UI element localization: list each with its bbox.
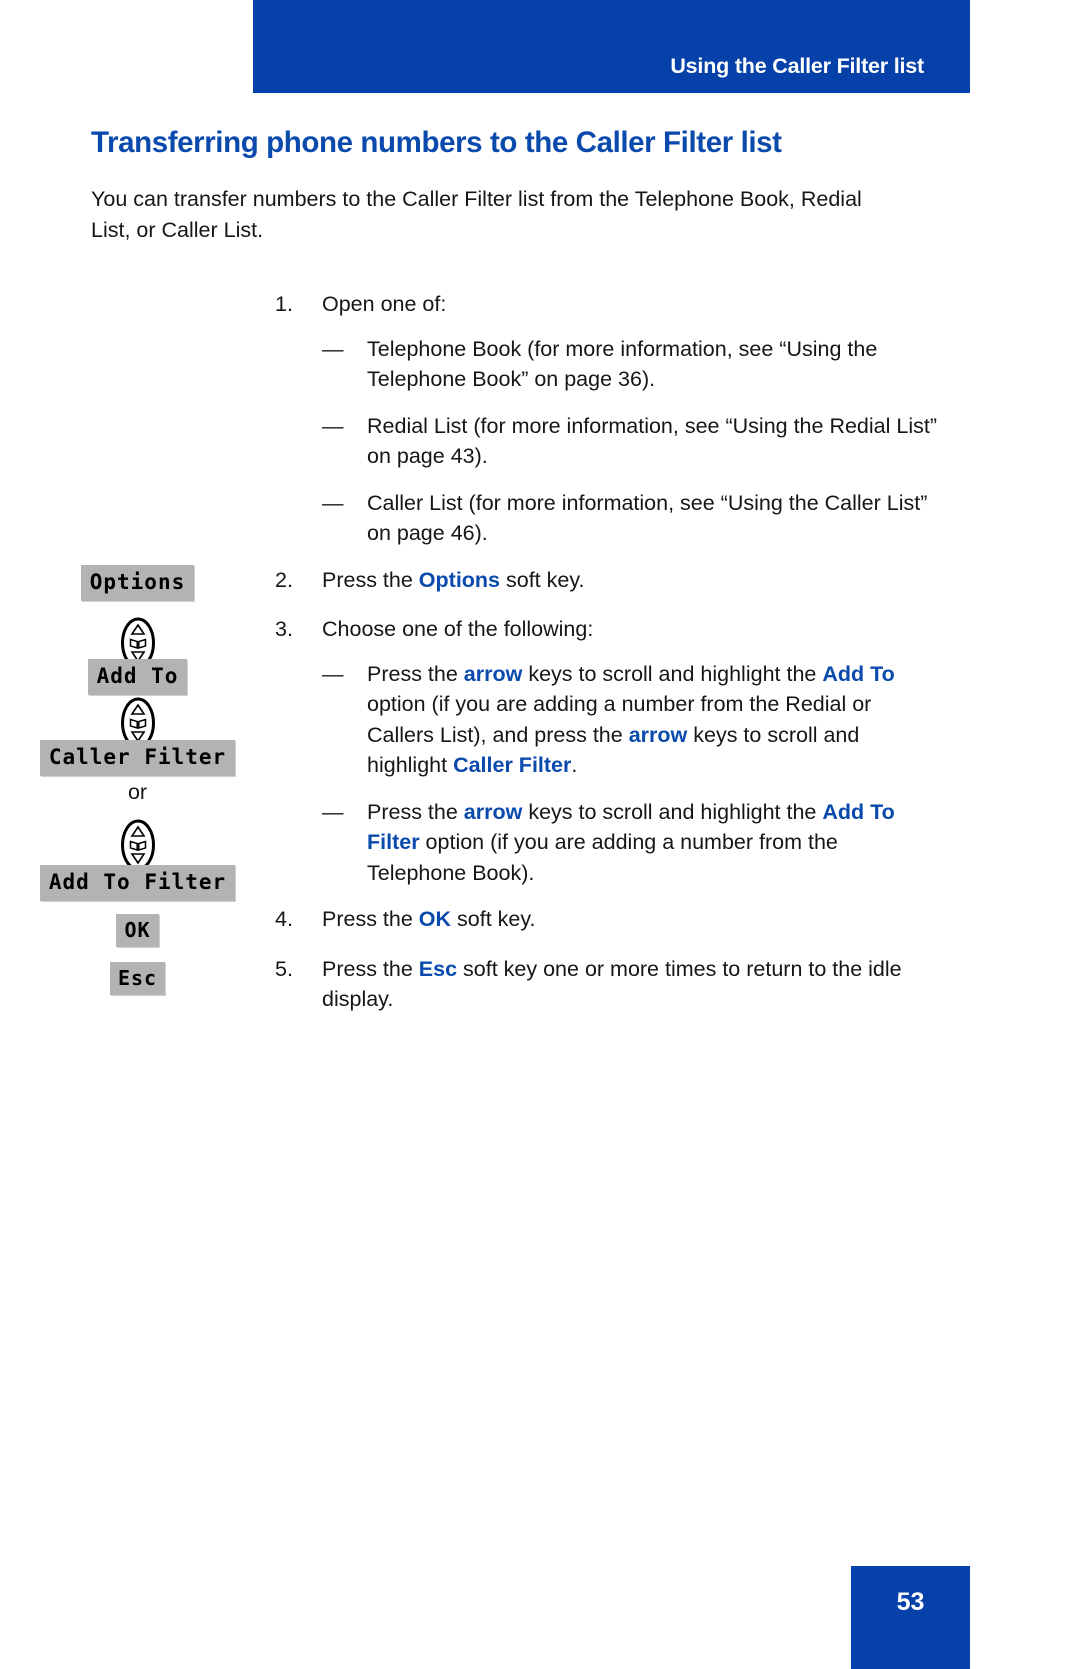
procedure-step-list: 1. Open one of: — Telephone Book (for mo… <box>275 289 940 1031</box>
lcd-label-options: Options <box>80 565 195 601</box>
footer-page-block: 53 <box>851 1566 970 1669</box>
sub-item-text: Telephone Book (for more information, se… <box>367 336 878 392</box>
step-text: Choose one of the following: <box>322 617 594 641</box>
sub-item: — Redial List (for more information, see… <box>322 411 940 472</box>
text-run: . <box>571 753 578 777</box>
sub-item: — Caller List (for more information, see… <box>322 488 940 549</box>
procedure-step-5: 5. Press the Esc soft key one or more ti… <box>275 954 940 1015</box>
softkey-graphic-add-to-filter: Add To Filter <box>0 865 275 901</box>
lcd-label-caller-filter: Caller Filter <box>39 740 236 776</box>
sub-item: — Telephone Book (for more information, … <box>322 334 940 395</box>
softkey-graphic-ok: OK <box>0 914 275 947</box>
running-header-title: Using the Caller Filter list <box>670 54 924 78</box>
running-header-band: Using the Caller Filter list <box>253 0 970 93</box>
step-text-before: Press the <box>322 907 419 931</box>
page-number: 53 <box>896 1588 925 1616</box>
or-separator: or <box>0 780 275 805</box>
procedure-step-1: 1. Open one of: — Telephone Book (for mo… <box>275 289 940 549</box>
sub-item-text: Redial List (for more information, see “… <box>367 413 937 469</box>
dash-bullet: — <box>322 490 344 515</box>
step-3-sub-list: — Press the arrow keys to scroll and hig… <box>322 659 940 889</box>
step-text: Press the Options soft key. <box>322 565 940 596</box>
lcd-label-ok: OK <box>116 914 159 947</box>
text-run: keys to scroll and highlight the <box>522 799 823 824</box>
sub-item: — Press the arrow keys to scroll and hig… <box>322 659 940 781</box>
softkey-graphic-esc: Esc <box>0 962 275 995</box>
keyword-options: Options <box>418 567 501 592</box>
lcd-label-add-to: Add To <box>87 659 188 695</box>
softkey-graphic-caller-filter: Caller Filter <box>0 740 275 776</box>
or-label: or <box>127 780 148 804</box>
text-run: option (if you are adding a number from … <box>367 830 838 885</box>
step-number: 4. <box>275 907 293 931</box>
step-text: Press the OK soft key. <box>322 904 940 935</box>
sub-item-text: Press the arrow keys to scroll and highl… <box>367 800 895 885</box>
dash-bullet: — <box>322 413 344 438</box>
navigation-key-icon <box>120 819 156 871</box>
step-text: Press the Esc soft key one or more times… <box>322 954 940 1015</box>
keyword: arrow <box>463 799 523 824</box>
sub-item-text: Press the arrow keys to scroll and highl… <box>367 662 895 778</box>
dash-bullet: — <box>322 661 344 686</box>
sub-item: — Press the arrow keys to scroll and hig… <box>322 797 940 889</box>
procedure-step-2: 2. Press the Options soft key. <box>275 565 940 596</box>
procedure-step-3: 3. Choose one of the following: — Press … <box>275 614 940 888</box>
procedure-step-4: 4. Press the OK soft key. <box>275 904 940 935</box>
step-number: 2. <box>275 567 293 592</box>
keyword: arrow <box>463 661 523 686</box>
step-text-before: Press the <box>322 956 419 981</box>
keyword: Caller Filter <box>453 753 572 777</box>
step-number: 5. <box>275 956 293 981</box>
step-text-before: Press the <box>322 567 419 592</box>
step-number: 3. <box>275 617 293 641</box>
sub-item-text: Caller List (for more information, see “… <box>367 490 928 546</box>
step-text-after: soft key. <box>500 567 585 592</box>
softkey-graphic-add-to: Add To <box>0 659 275 695</box>
margin-key-graphics: Options Add To Caller Filter or Add To F… <box>0 0 275 1669</box>
step-number: 1. <box>275 292 293 316</box>
keyword-esc: Esc <box>418 956 458 981</box>
softkey-graphic-options: Options <box>0 565 275 601</box>
step-text-after: soft key. <box>451 907 536 931</box>
lcd-label-add-to-filter: Add To Filter <box>39 865 236 901</box>
keyword-ok: OK <box>418 907 452 931</box>
step-1-sub-list: — Telephone Book (for more information, … <box>322 334 940 549</box>
keyword: arrow <box>628 722 688 747</box>
text-run: keys to scroll and highlight the <box>522 661 823 686</box>
lcd-label-esc: Esc <box>109 962 166 995</box>
text-run: Press the <box>367 661 464 686</box>
dash-bullet: — <box>322 799 344 824</box>
dash-bullet: — <box>322 336 344 361</box>
text-run: Press the <box>367 799 464 824</box>
step-text: Open one of: <box>322 292 447 316</box>
keyword: Add To <box>822 661 895 686</box>
